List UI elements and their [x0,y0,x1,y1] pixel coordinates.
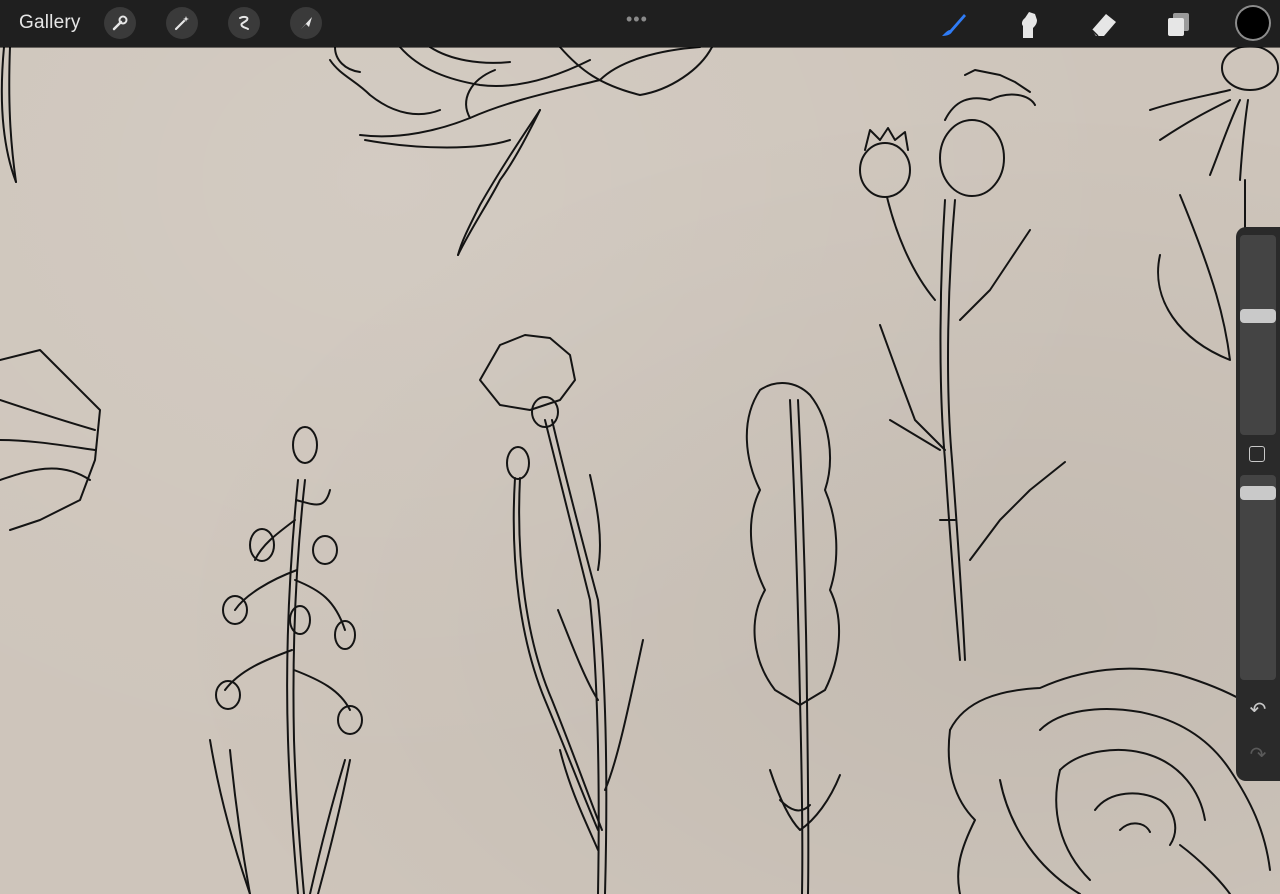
opacity-slider[interactable] [1240,475,1276,680]
more-options-button[interactable]: ••• [626,9,648,30]
selection-icon [239,15,249,30]
smudge-button[interactable] [1013,8,1045,40]
transform-arrow-icon [301,17,312,29]
layers-icon [1168,13,1189,36]
modify-button[interactable] [1249,446,1265,462]
brush-size-thumb[interactable] [1240,309,1276,323]
eraser-button[interactable] [1088,8,1120,40]
actions-button[interactable] [104,7,136,39]
redo-button[interactable]: ↷ [1244,742,1272,766]
brush-size-slider[interactable] [1240,235,1276,435]
adjustments-button[interactable] [166,7,198,39]
quaking-grass [209,426,363,894]
toolbar: Gallery ••• [0,0,1280,47]
wrench-icon [112,15,128,31]
daisy-left [0,349,101,531]
rose-bottom [947,667,1280,894]
transform-button[interactable] [290,7,322,39]
layers-button[interactable] [1163,8,1195,40]
drawing-canvas[interactable] [0,0,1280,894]
eraser-icon [1091,14,1116,37]
smudge-icon [1021,12,1037,38]
magic-wand-icon [174,16,189,31]
opacity-thumb[interactable] [1240,486,1276,500]
rose-top [329,46,713,256]
color-picker-button[interactable] [1237,7,1269,39]
selection-button[interactable] [228,7,260,39]
thistle [859,69,1066,661]
lavender [745,382,841,894]
botanical-illustration [0,45,1280,894]
undo-button[interactable]: ↶ [1244,697,1272,721]
brush-icon [942,14,966,36]
gallery-button[interactable]: Gallery [19,12,81,34]
cornflower [479,334,644,894]
brush-button[interactable] [938,8,970,40]
